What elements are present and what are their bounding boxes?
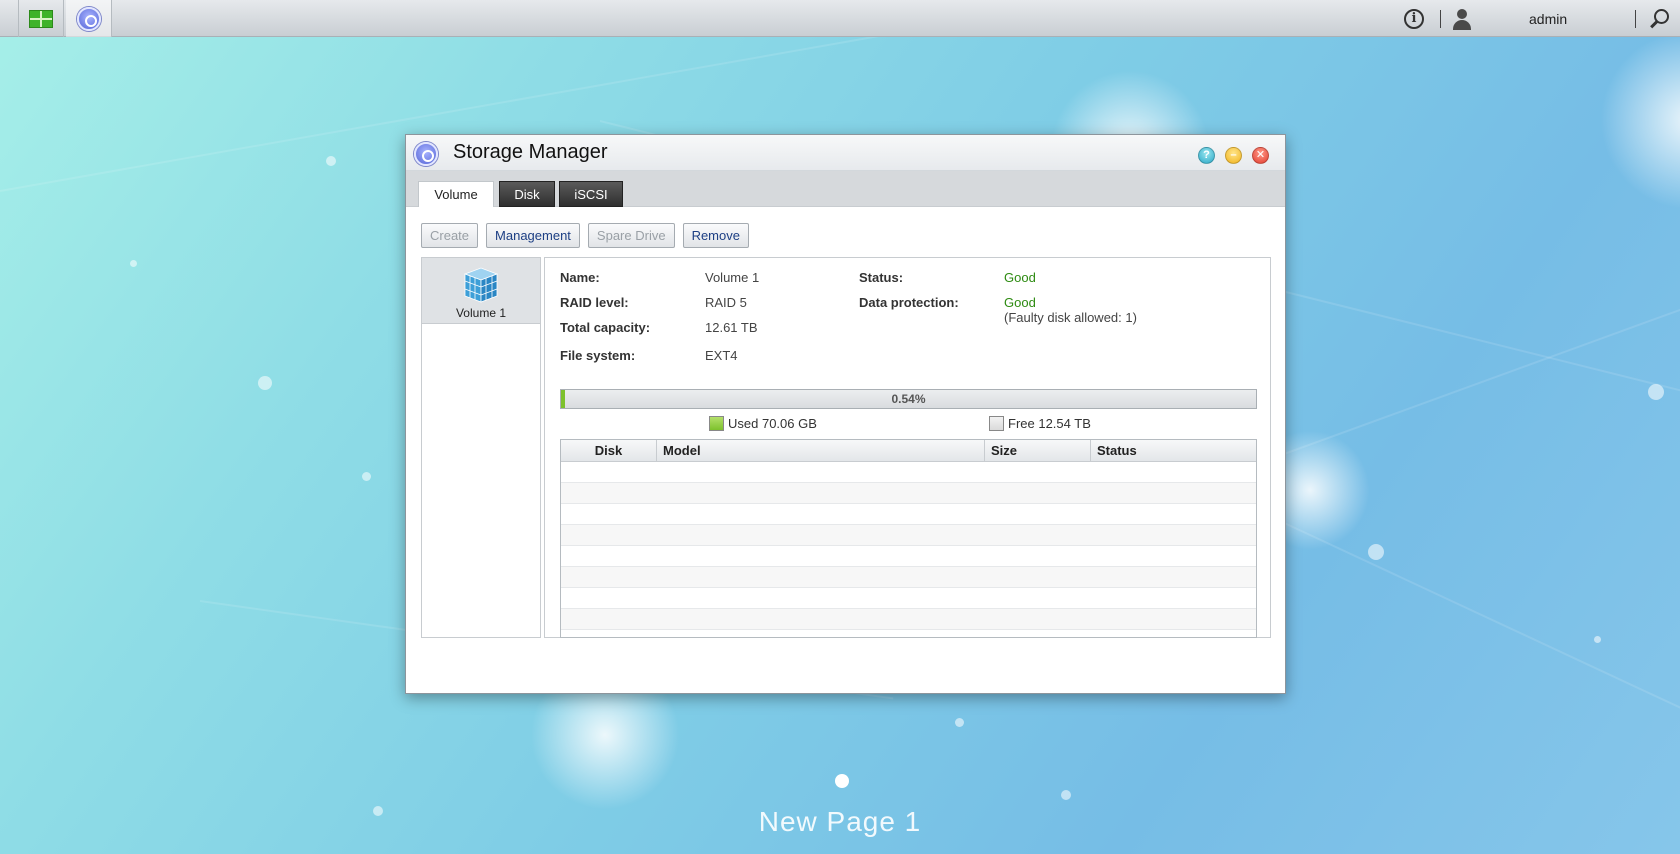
info-icon[interactable]: i: [1404, 8, 1424, 29]
volume-cube-icon: [463, 267, 499, 303]
taskbar-app-button[interactable]: [18, 0, 64, 37]
close-icon: ✕: [1255, 149, 1266, 161]
usage-percent: 0.54%: [891, 392, 926, 406]
file-system-value: EXT4: [705, 348, 738, 363]
column-header-size[interactable]: Size: [985, 440, 1091, 461]
table-row: [561, 567, 1256, 588]
window-titlebar[interactable]: Storage Manager ? – ✕: [406, 135, 1285, 171]
used-legend-label: Used 70.06 GB: [728, 416, 817, 431]
volume-toolbar: Create Management Spare Drive Remove: [421, 223, 749, 248]
total-capacity-label: Total capacity:: [560, 320, 651, 335]
column-header-model[interactable]: Model: [657, 440, 985, 461]
storage-manager-window: Storage Manager ? – ✕ Volume Disk iSCSI …: [405, 134, 1286, 694]
faulty-disk-note: (Faulty disk allowed: 1): [1004, 310, 1137, 325]
raid-level-value: RAID 5: [705, 295, 747, 310]
table-row: [561, 525, 1256, 546]
remove-button[interactable]: Remove: [682, 223, 749, 248]
tab-disk[interactable]: Disk: [499, 181, 555, 207]
volume-list-item[interactable]: Volume 1: [422, 258, 540, 324]
file-system-label: File system:: [560, 348, 636, 363]
storage-manager-icon: [76, 6, 101, 31]
used-legend: Used 70.06 GB: [709, 416, 817, 431]
minimize-button[interactable]: –: [1225, 147, 1242, 164]
taskbar-storage-manager-button[interactable]: [66, 0, 112, 37]
table-row: [561, 504, 1256, 525]
table-row: [561, 546, 1256, 567]
taskbar-right: i admin: [1404, 0, 1680, 37]
volume-list-label: Volume 1: [455, 306, 507, 320]
desktop-page-label: New Page 1: [758, 806, 922, 837]
app-grid-icon: [29, 9, 53, 28]
page-indicator-dot[interactable]: [835, 774, 849, 788]
spare-drive-button[interactable]: Spare Drive: [587, 223, 675, 248]
name-value: Volume 1: [705, 270, 760, 285]
table-row: [561, 462, 1256, 483]
total-capacity-value: 12.61 TB: [705, 320, 758, 335]
storage-manager-icon: [414, 142, 438, 166]
free-swatch: [989, 416, 1004, 431]
free-legend: Free 12.54 TB: [989, 416, 1091, 431]
status-value: Good: [1004, 270, 1036, 285]
free-legend-label: Free 12.54 TB: [1008, 416, 1091, 431]
close-button[interactable]: ✕: [1252, 147, 1269, 164]
table-row: [561, 588, 1256, 609]
create-button[interactable]: Create: [421, 223, 479, 248]
username-label[interactable]: admin: [1529, 11, 1629, 27]
search-icon[interactable]: [1646, 6, 1672, 32]
tab-volume[interactable]: Volume: [418, 181, 494, 207]
data-protection-label: Data protection:: [859, 295, 959, 310]
volume-list: Volume 1: [421, 257, 541, 638]
disk-table: Disk Model Size Status: [560, 439, 1257, 638]
management-button[interactable]: Management: [486, 223, 580, 248]
window-title: Storage Manager: [453, 141, 608, 163]
column-header-status[interactable]: Status: [1091, 440, 1256, 461]
divider: [1440, 9, 1441, 28]
data-protection-value: Good: [1004, 295, 1036, 310]
name-label: Name:: [560, 270, 600, 285]
divider: [1635, 9, 1636, 28]
disk-table-body: [561, 462, 1256, 630]
disk-table-header: Disk Model Size Status: [561, 440, 1256, 462]
column-header-disk[interactable]: Disk: [561, 440, 657, 461]
taskbar: i admin: [0, 0, 1680, 37]
table-row: [561, 483, 1256, 504]
volume-details: Name: Volume 1 RAID level: RAID 5 Total …: [544, 257, 1271, 638]
tab-iscsi[interactable]: iSCSI: [559, 181, 623, 207]
user-icon[interactable]: [1451, 8, 1473, 30]
raid-level-label: RAID level:: [560, 295, 629, 310]
used-swatch: [709, 416, 724, 431]
usage-progress-bar: 0.54%: [560, 389, 1257, 409]
help-button[interactable]: ?: [1198, 147, 1215, 164]
table-row: [561, 609, 1256, 630]
status-label: Status:: [859, 270, 904, 285]
help-icon: ?: [1203, 149, 1210, 161]
tab-strip: Volume Disk iSCSI: [406, 171, 1285, 207]
minimize-icon: –: [1230, 149, 1237, 161]
